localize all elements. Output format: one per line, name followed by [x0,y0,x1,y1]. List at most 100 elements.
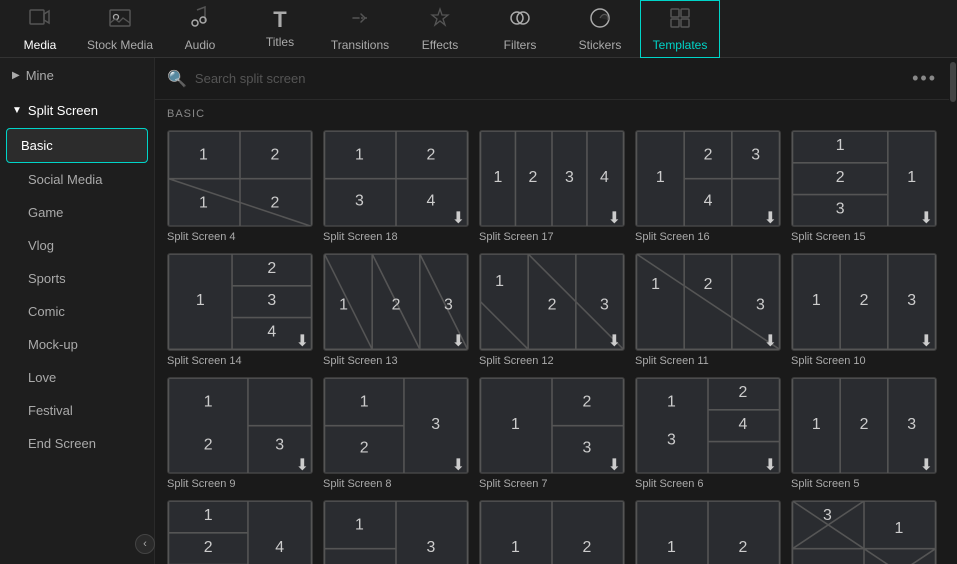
thumb-split-screen-13[interactable]: 1 2 3 ⬇ [323,253,469,350]
svg-text:3: 3 [600,297,609,314]
nav-transitions[interactable]: Transitions [320,0,400,58]
list-item[interactable]: 1 2 3 ⬇ Split Screen 3 [323,500,469,564]
svg-text:1: 1 [812,292,821,309]
sidebar-item-sports[interactable]: Sports [0,262,154,295]
list-item[interactable]: 1 2 3 ⬇ Split Screen 7 [479,377,625,490]
sidebar-collapse-button[interactable]: ‹ [135,534,155,554]
list-item[interactable]: 1 2 3 4 ⬇ Split Screen 18 [323,130,469,243]
nav-audio-label: Audio [185,38,216,52]
nav-stock-label: Stock Media [87,38,153,52]
thumb-split-screen-5[interactable]: 1 2 3 ⬇ [791,377,937,474]
svg-text:3: 3 [444,297,453,314]
svg-text:2: 2 [267,260,276,277]
sidebar-item-basic[interactable]: Basic [6,128,148,163]
svg-text:⬇: ⬇ [452,457,465,473]
nav-filters[interactable]: Filters [480,0,560,58]
sidebar-social-label: Social Media [28,172,102,187]
thumb-split-screen-2[interactable]: 1 2 ⬇ [479,500,625,564]
nav-audio[interactable]: Audio [160,0,240,58]
search-bar: 🔍 ••• [155,58,949,100]
effects-icon [428,6,452,34]
thumb-split-screen-30[interactable]: 3 1 4 2 ⬇ [791,500,937,564]
thumb-split-screen-17[interactable]: 1 2 3 4 ⬇ [479,130,625,227]
svg-text:3: 3 [667,431,676,448]
thumb-split-screen-12[interactable]: 1 2 3 ⬇ [479,253,625,350]
sidebar-item-comic[interactable]: Comic [0,295,154,328]
list-item[interactable]: 1 2 1 2 Split Screen 4 [167,130,313,243]
svg-text:3: 3 [751,147,760,164]
nav-stickers[interactable]: Stickers [560,0,640,58]
svg-text:2: 2 [271,194,280,211]
sidebar-item-social-media[interactable]: Social Media [0,163,154,196]
thumb-split-screen-8[interactable]: 1 2 3 ⬇ [323,377,469,474]
svg-text:3: 3 [565,169,574,186]
nav-titles[interactable]: T Titles [240,0,320,58]
list-item[interactable]: 1 2 3 4 ⬇ Split Screen 6 [635,377,781,490]
nav-stock-media[interactable]: Stock Media [80,0,160,58]
sidebar-item-end-screen[interactable]: End Screen [0,427,154,460]
list-item[interactable]: 1 2 ⬇ Split Screen 2 [479,500,625,564]
top-nav: Media Stock Media Audio T Titles [0,0,957,58]
thumb-split-screen-1[interactable]: 1 2 ⬇ [635,500,781,564]
sidebar-item-game[interactable]: Game [0,196,154,229]
svg-text:⬇: ⬇ [452,333,465,349]
svg-text:⬇: ⬇ [920,457,933,473]
thumb-split-screen-18[interactable]: 1 2 3 4 ⬇ [323,130,469,227]
list-item[interactable]: 1 2 3 ⬇ Split Screen 13 [323,253,469,366]
thumb-split-screen-3[interactable]: 1 2 3 ⬇ [323,500,469,564]
svg-text:4: 4 [267,324,276,341]
search-input[interactable] [195,71,904,86]
label-split-screen-10: Split Screen 10 [791,355,937,367]
thumb-split-screen-4[interactable]: 1 2 1 2 [167,130,313,227]
svg-text:2: 2 [271,147,280,164]
thumb-split-screen-11[interactable]: 1 2 3 ⬇ [635,253,781,350]
nav-media[interactable]: Media [0,0,80,58]
list-item[interactable]: 1 2 3 ⬇ Split Screen 10 [791,253,937,366]
section-label: BASIC [155,100,949,126]
label-split-screen-18: Split Screen 18 [323,231,469,243]
list-item[interactable]: 1 2 3 ⬇ Split Screen 11 [635,253,781,366]
thumb-split-screen-19[interactable]: 1 2 3 4 ⬇ [167,500,313,564]
label-split-screen-7: Split Screen 7 [479,478,625,490]
thumb-split-screen-15[interactable]: 1 1 2 3 ⬇ [791,130,937,227]
svg-text:2: 2 [704,147,713,164]
sidebar-split-screen-header[interactable]: ▼ Split Screen [0,93,154,128]
list-item[interactable]: 1 2 3 4 ⬇ Split Screen 17 [479,130,625,243]
thumb-split-screen-9[interactable]: 1 2 3 ⬇ [167,377,313,474]
nav-templates[interactable]: Templates [640,0,720,58]
list-item[interactable]: 1 2 3 ⬇ Split Screen 8 [323,377,469,490]
label-split-screen-12: Split Screen 12 [479,355,625,367]
svg-text:1: 1 [204,507,213,524]
list-item[interactable]: 3 1 4 2 ⬇ Split Screen 30 [791,500,937,564]
thumb-split-screen-6[interactable]: 1 2 3 4 ⬇ [635,377,781,474]
thumb-split-screen-14[interactable]: 1 2 3 4 ⬇ [167,253,313,350]
svg-text:1: 1 [667,539,676,556]
svg-text:2: 2 [392,297,401,314]
thumb-split-screen-16[interactable]: 1 2 3 4 ⬇ [635,130,781,227]
sidebar-item-mockup[interactable]: Mock-up [0,328,154,361]
svg-text:3: 3 [431,415,440,432]
svg-text:2: 2 [583,539,592,556]
svg-text:2: 2 [204,436,213,453]
svg-text:1: 1 [355,147,364,164]
list-item[interactable]: 1 2 ⬇ Split Screen 1 [635,500,781,564]
sidebar-mine[interactable]: ▶ Mine [0,58,154,93]
scrollbar[interactable] [949,58,957,564]
list-item[interactable]: 1 1 2 3 ⬇ Split Screen 15 [791,130,937,243]
svg-text:1: 1 [339,297,348,314]
thumb-split-screen-10[interactable]: 1 2 3 ⬇ [791,253,937,350]
more-options-button[interactable]: ••• [912,68,937,89]
sidebar-item-festival[interactable]: Festival [0,394,154,427]
nav-effects[interactable]: Effects [400,0,480,58]
list-item[interactable]: 1 2 3 4 ⬇ Split Screen 19 [167,500,313,564]
svg-text:1: 1 [812,415,821,432]
list-item[interactable]: 1 2 3 ⬇ Split Screen 12 [479,253,625,366]
list-item[interactable]: 1 2 3 4 ⬇ Split Screen 14 [167,253,313,366]
list-item[interactable]: 1 2 3 4 ⬇ Split Screen 16 [635,130,781,243]
list-item[interactable]: 1 2 3 ⬇ Split Screen 9 [167,377,313,490]
sidebar-item-love[interactable]: Love [0,361,154,394]
sidebar-item-vlog[interactable]: Vlog [0,229,154,262]
thumb-split-screen-7[interactable]: 1 2 3 ⬇ [479,377,625,474]
list-item[interactable]: 1 2 3 ⬇ Split Screen 5 [791,377,937,490]
svg-text:2: 2 [836,169,845,186]
